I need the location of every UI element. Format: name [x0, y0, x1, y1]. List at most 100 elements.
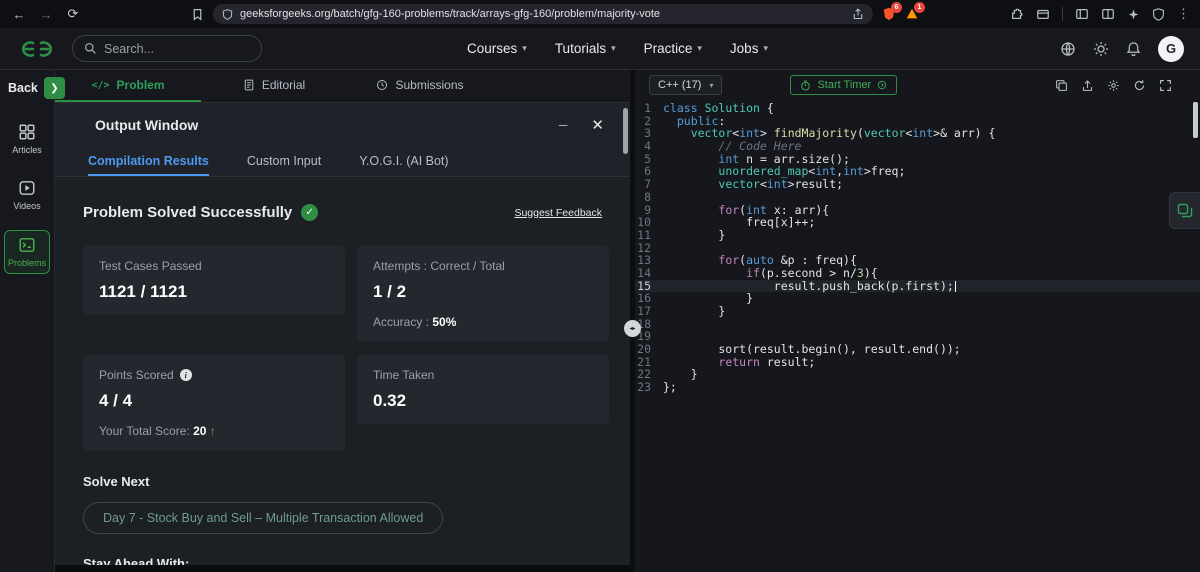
start-timer-button[interactable]: Start Timer: [790, 75, 898, 95]
gfg-logo[interactable]: [16, 38, 58, 60]
time-taken-card: Time Taken 0.32: [357, 355, 609, 424]
settings-gear-icon[interactable]: [1107, 79, 1120, 92]
nav-tutorials[interactable]: Tutorials ▾: [555, 41, 616, 56]
line-number: 20: [637, 342, 651, 357]
site-shield-icon[interactable]: [222, 8, 233, 20]
time-taken-value: 0.32: [373, 391, 407, 410]
code-editor: C++ (17) ▾ Start Timer 1 class Solution …: [635, 70, 1200, 572]
articles-icon: [19, 124, 35, 140]
text-cursor: [954, 280, 957, 292]
discussion-panel-button[interactable]: [1169, 192, 1200, 229]
line-number: 10: [637, 215, 651, 230]
fullscreen-icon[interactable]: [1159, 79, 1172, 92]
brave-shield-icon[interactable]: 6: [882, 2, 902, 21]
menu-icon[interactable]: ⋮: [1177, 6, 1190, 22]
success-check-icon: ✓: [301, 204, 319, 221]
clock-icon: [377, 80, 388, 90]
timer-icon: [801, 80, 811, 90]
attempts-value: 1 / 2: [373, 282, 407, 301]
tab-custom-input[interactable]: Custom Input: [247, 147, 321, 176]
share-icon[interactable]: [852, 8, 864, 20]
wallet-icon[interactable]: [1036, 7, 1050, 21]
translate-icon[interactable]: [1060, 41, 1076, 57]
nav-courses[interactable]: Courses ▾: [467, 41, 527, 56]
search-icon: [84, 42, 97, 55]
tab-problem[interactable]: </> Problem: [55, 70, 201, 102]
collapse-rail-button[interactable]: ❯: [44, 77, 65, 99]
search-bar[interactable]: [72, 35, 262, 62]
main-nav: Courses ▾ Tutorials ▾ Practice ▾ Jobs ▾: [467, 41, 768, 56]
splitter-handle-icon[interactable]: ◂▸: [624, 320, 641, 337]
browser-back-icon[interactable]: ←: [10, 7, 28, 22]
line-number: 4: [644, 139, 651, 154]
output-window-header: Output Window ─ ✕: [55, 103, 630, 147]
solve-next-button[interactable]: Day 7 - Stock Buy and Sell – Multiple Tr…: [83, 502, 444, 534]
code-area[interactable]: 1 class Solution {2 public: 3 vector<int> …: [635, 100, 1200, 394]
problem-panel: </> Problem Editorial Submissions Output…: [55, 70, 630, 572]
search-input[interactable]: [104, 41, 234, 56]
code-line[interactable]: 18: [635, 317, 1200, 331]
code-line[interactable]: 22 }: [635, 368, 1200, 381]
code-line[interactable]: 17 }: [635, 305, 1200, 318]
trend-up-icon: ↑: [209, 424, 216, 438]
line-number: 17: [637, 304, 651, 318]
close-icon[interactable]: ✕: [591, 116, 604, 134]
browser-reload-icon[interactable]: ⟳: [64, 6, 82, 22]
reset-code-icon[interactable]: [1133, 79, 1146, 92]
panel-tabs: </> Problem Editorial Submissions: [55, 70, 630, 103]
suggest-feedback-link[interactable]: Suggest Feedback: [514, 207, 602, 219]
panel-scrollbar[interactable]: [623, 108, 628, 154]
tab-yogi-ai-bot[interactable]: Y.O.G.I. (AI Bot): [359, 147, 448, 176]
code-line[interactable]: 23};: [635, 381, 1200, 394]
content: Back ❯ Articles Videos Problems </> Prob…: [0, 70, 1200, 572]
tab-submissions[interactable]: Submissions: [347, 70, 493, 102]
code-line[interactable]: 21 return result;: [635, 355, 1200, 369]
browser-forward-icon[interactable]: →: [37, 7, 55, 22]
chevron-down-icon: ▾: [522, 43, 527, 53]
rail-item-videos[interactable]: Videos: [4, 174, 50, 216]
notifications-bell-icon[interactable]: [1126, 41, 1141, 56]
code-line[interactable]: 7 vector<int>result;: [635, 178, 1200, 191]
rail-item-articles[interactable]: Articles: [4, 118, 50, 160]
sidebar-panel-icon[interactable]: [1075, 7, 1089, 21]
arrow-right-icon: [878, 80, 887, 90]
privacy-shield-icon[interactable]: [1152, 7, 1165, 21]
line-number: 14: [637, 265, 651, 280]
nav-practice[interactable]: Practice ▾: [644, 41, 702, 56]
back-label[interactable]: Back: [8, 81, 38, 95]
output-tabs: Compilation Results Custom Input Y.O.G.I…: [55, 147, 630, 177]
minimize-icon[interactable]: ─: [559, 118, 568, 132]
chevron-down-icon: ▾: [709, 80, 714, 90]
shield-badge: 6: [891, 2, 902, 13]
copy-icon[interactable]: [1055, 79, 1068, 92]
language-select[interactable]: C++ (17) ▾: [649, 75, 723, 95]
test-cases-card: Test Cases Passed 1121 / 1121: [83, 246, 345, 315]
line-number: 23: [637, 380, 651, 395]
upload-code-icon[interactable]: [1081, 79, 1094, 92]
bookmark-icon[interactable]: [191, 8, 204, 21]
line-number: 11: [637, 227, 651, 242]
nav-jobs[interactable]: Jobs ▾: [730, 41, 768, 56]
code-line[interactable]: 11 }: [635, 229, 1200, 242]
rewards-badge: 1: [914, 2, 925, 13]
panel-horizontal-scrollbar[interactable]: [55, 565, 630, 572]
left-rail: Back ❯ Articles Videos Problems: [0, 70, 65, 572]
status-text: Problem Solved Successfully: [83, 204, 293, 221]
user-avatar[interactable]: G: [1158, 35, 1184, 62]
tab-compilation-results[interactable]: Compilation Results: [88, 147, 209, 176]
accuracy-value: 50%: [432, 315, 457, 329]
info-icon[interactable]: i: [179, 369, 192, 381]
leo-ai-icon[interactable]: [1127, 8, 1140, 21]
editor-scrollbar[interactable]: [1193, 102, 1198, 138]
split-view-icon[interactable]: [1101, 7, 1115, 21]
solve-next-heading: Solve Next: [83, 474, 150, 489]
tab-editorial[interactable]: Editorial: [201, 70, 347, 102]
url-bar[interactable]: geeksforgeeks.org/batch/gfg-160-problems…: [213, 4, 873, 24]
theme-toggle-icon[interactable]: [1093, 41, 1109, 57]
screen: ← → ⟳ geeksforgeeks.org/batch/gfg-160-pr…: [0, 0, 1200, 572]
rail-item-problems[interactable]: Problems: [4, 230, 50, 274]
extensions-icon[interactable]: [1010, 7, 1024, 21]
chevron-down-icon: ▾: [697, 43, 702, 53]
brave-rewards-icon[interactable]: 1: [905, 2, 925, 21]
code-tag-icon: </>: [91, 79, 110, 91]
